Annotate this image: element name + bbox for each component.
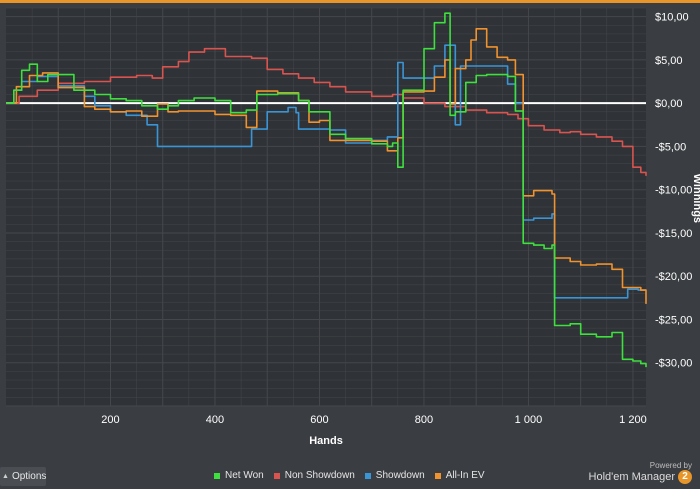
chart-legend: Net Won Non Showdown Showdown All-In EV bbox=[214, 470, 485, 481]
brand-name: Hold'em Manager bbox=[588, 470, 675, 483]
winnings-chart: $10,00 $5,00 $0,00 -$5,00 -$10,00 -$15,00 -$20… bbox=[6, 7, 700, 447]
x-tick-label: 200 bbox=[101, 414, 119, 426]
legend-item[interactable]: Non Showdown bbox=[273, 470, 355, 481]
y-tick-label: -$25,00 bbox=[655, 314, 692, 326]
y-axis-ticks: $10,00 $5,00 $0,00 -$5,00 -$10,00 -$15,00 -$20… bbox=[655, 12, 692, 370]
legend-label: Showdown bbox=[375, 470, 425, 481]
options-label: Options bbox=[11, 471, 47, 482]
brand-badge-icon: 2 bbox=[678, 470, 692, 484]
y-tick-label: -$5,00 bbox=[655, 141, 686, 153]
legend-label: Net Won bbox=[225, 470, 264, 481]
y-tick-label: $10,00 bbox=[655, 12, 689, 24]
y-tick-label: $0,00 bbox=[655, 98, 683, 110]
legend-label: All-In EV bbox=[445, 470, 485, 481]
x-axis-ticks: 200 400 600 800 1 000 1 200 bbox=[101, 414, 646, 426]
legend-swatch bbox=[214, 472, 220, 479]
legend-swatch bbox=[364, 472, 371, 479]
x-tick-label: 1 200 bbox=[619, 414, 647, 426]
y-tick-label: -$20,00 bbox=[655, 271, 692, 283]
legend-swatch bbox=[273, 472, 280, 479]
x-tick-label: 1 000 bbox=[515, 414, 543, 426]
x-tick-label: 400 bbox=[206, 414, 224, 426]
y-axis-title: Winnings bbox=[691, 174, 700, 223]
legend-label: Non Showdown bbox=[284, 470, 355, 481]
x-tick-label: 800 bbox=[415, 414, 433, 426]
x-tick-label: 600 bbox=[310, 414, 328, 426]
legend-item[interactable]: All-In EV bbox=[434, 470, 485, 481]
y-tick-label: -$30,00 bbox=[655, 358, 692, 370]
y-tick-label: $5,00 bbox=[655, 55, 683, 67]
y-tick-label: -$10,00 bbox=[655, 185, 692, 197]
brand-logo: Powered by Hold'em Manager 2 bbox=[589, 461, 692, 484]
y-tick-label: -$15,00 bbox=[655, 228, 692, 240]
options-button[interactable]: ▲ Options bbox=[0, 467, 46, 486]
chevron-up-icon: ▲ bbox=[2, 473, 9, 480]
powered-by-text: Powered by bbox=[649, 461, 692, 470]
legend-item[interactable]: Showdown bbox=[364, 470, 425, 481]
x-axis-title: Hands bbox=[309, 435, 343, 447]
legend-swatch bbox=[434, 472, 441, 479]
legend-item[interactable]: Net Won bbox=[214, 470, 264, 481]
